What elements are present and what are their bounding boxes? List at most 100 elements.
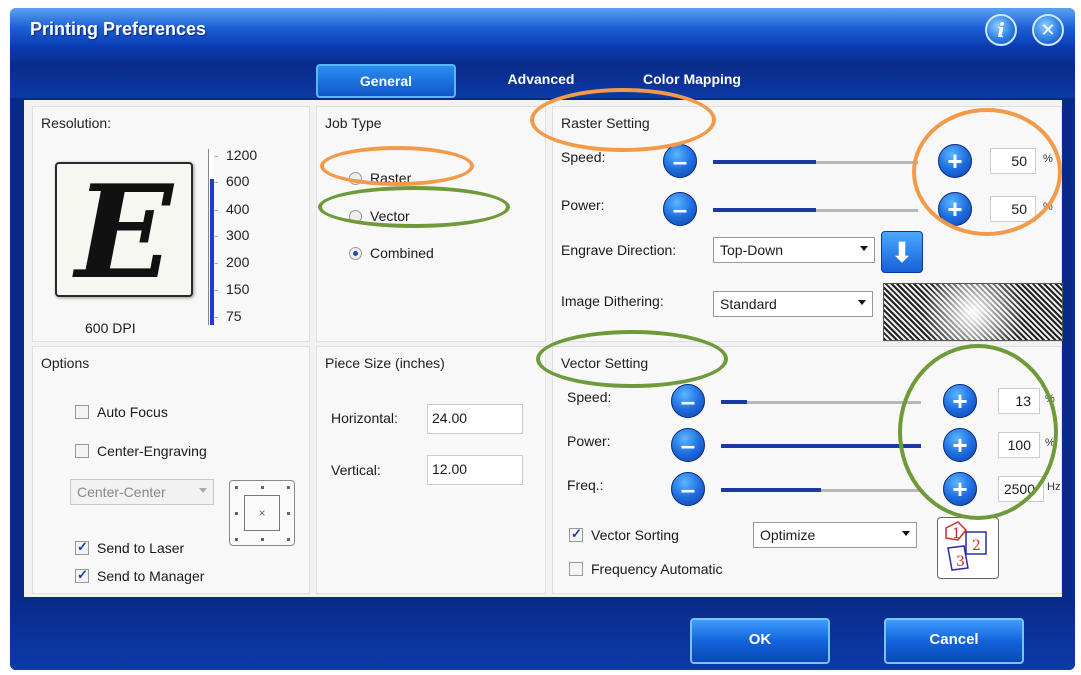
checkbox-indicator bbox=[569, 562, 583, 576]
vector-power-value[interactable]: 100 bbox=[998, 432, 1040, 458]
position-dot bbox=[235, 486, 238, 489]
raster-speed-slider[interactable] bbox=[713, 160, 918, 164]
job-type-combined-radio[interactable]: Combined bbox=[349, 245, 434, 261]
tab-color-mapping[interactable]: Color Mapping bbox=[632, 64, 752, 98]
vector-sorting-checkbox[interactable]: Vector Sorting bbox=[569, 526, 679, 543]
send-to-manager-checkbox[interactable]: Send to Manager bbox=[75, 567, 205, 584]
frequency-automatic-checkbox[interactable]: Frequency Automatic bbox=[569, 561, 723, 577]
chevron-down-icon bbox=[860, 246, 868, 251]
checkbox-label: Vector Sorting bbox=[591, 527, 679, 543]
vector-freq-value[interactable]: 2500 bbox=[998, 476, 1044, 502]
dpi-label: 600 DPI bbox=[85, 320, 136, 336]
tab-general[interactable]: General bbox=[316, 64, 456, 98]
radio-indicator bbox=[349, 171, 362, 185]
dpi-tick-400[interactable]: 400 bbox=[214, 201, 250, 217]
checkbox-label: Send to Manager bbox=[97, 568, 205, 584]
tab-advanced[interactable]: Advanced bbox=[496, 64, 586, 98]
engrave-direction-label: Engrave Direction: bbox=[561, 242, 677, 258]
general-tab-content: Resolution: E 600 DPI 1200 600 400 300 2… bbox=[24, 88, 1063, 597]
image-dithering-value: Standard bbox=[720, 296, 777, 312]
auto-focus-checkbox[interactable]: Auto Focus bbox=[75, 404, 168, 420]
raster-speed-unit: % bbox=[1043, 153, 1053, 165]
raster-power-slider-fill bbox=[713, 208, 816, 212]
vector-freq-decrease-button[interactable]: – bbox=[671, 472, 705, 506]
checkbox-indicator bbox=[75, 567, 89, 583]
position-dot bbox=[261, 538, 264, 541]
raster-power-slider[interactable] bbox=[713, 208, 918, 212]
raster-speed-value[interactable]: 50 bbox=[990, 148, 1036, 174]
vertical-input[interactable]: 12.00 bbox=[427, 455, 523, 485]
info-icon[interactable]: i bbox=[985, 14, 1017, 46]
cancel-button[interactable]: Cancel bbox=[884, 618, 1024, 664]
checkbox-label: Auto Focus bbox=[97, 404, 168, 420]
job-type-title: Job Type bbox=[325, 115, 382, 131]
raster-speed-increase-button[interactable]: + bbox=[938, 144, 972, 178]
vector-setting-title: Vector Setting bbox=[561, 355, 649, 371]
job-type-raster-radio[interactable]: Raster bbox=[349, 170, 411, 186]
vector-sorting-icon[interactable]: 1 2 3 bbox=[937, 517, 999, 579]
engrave-direction-select[interactable]: Top-Down bbox=[713, 237, 875, 263]
raster-setting-panel: Raster Setting Speed: – + 50 % Power: – … bbox=[552, 106, 1063, 342]
position-dot bbox=[287, 486, 290, 489]
sort-digit-2: 2 bbox=[972, 538, 981, 554]
job-type-vector-radio[interactable]: Vector bbox=[349, 208, 410, 224]
chevron-down-icon bbox=[199, 488, 207, 493]
sorting-order-svg: 1 2 3 bbox=[945, 521, 987, 571]
raster-setting-title: Raster Setting bbox=[561, 115, 650, 131]
image-dithering-label: Image Dithering: bbox=[561, 293, 664, 309]
down-arrow-icon[interactable]: ⬇ bbox=[881, 231, 923, 273]
vector-power-increase-button[interactable]: + bbox=[943, 428, 977, 462]
engraving-position-value: Center-Center bbox=[77, 484, 166, 500]
dpi-tick-200[interactable]: 200 bbox=[214, 254, 250, 270]
dialog-footer: OK Cancel bbox=[10, 598, 1075, 670]
vector-speed-increase-button[interactable]: + bbox=[943, 384, 977, 418]
image-dithering-select[interactable]: Standard bbox=[713, 291, 873, 317]
vector-speed-unit: % bbox=[1045, 393, 1055, 405]
dpi-tick-600[interactable]: 600 bbox=[214, 173, 250, 189]
radio-indicator bbox=[349, 209, 362, 223]
vector-speed-value[interactable]: 13 bbox=[998, 388, 1040, 414]
checkbox-indicator bbox=[569, 526, 583, 542]
horizontal-label: Horizontal: bbox=[331, 410, 398, 426]
dpi-tick-75[interactable]: 75 bbox=[214, 308, 241, 324]
ok-button[interactable]: OK bbox=[690, 618, 830, 664]
sort-digit-3: 3 bbox=[956, 554, 965, 570]
raster-speed-label: Speed: bbox=[561, 149, 606, 165]
vector-power-unit: % bbox=[1045, 437, 1055, 449]
position-dot bbox=[235, 512, 238, 515]
raster-power-increase-button[interactable]: + bbox=[938, 192, 972, 226]
checkbox-label: Center-Engraving bbox=[97, 443, 207, 459]
vector-speed-decrease-button[interactable]: – bbox=[671, 384, 705, 418]
send-to-laser-checkbox[interactable]: Send to Laser bbox=[75, 539, 184, 556]
title-bar: Printing Preferences i ✕ bbox=[10, 8, 1075, 64]
preview-letter: E bbox=[75, 158, 173, 308]
raster-speed-decrease-button[interactable]: – bbox=[663, 144, 697, 178]
window-title: Printing Preferences bbox=[30, 19, 207, 39]
position-grid-icon[interactable]: × bbox=[229, 480, 295, 546]
resolution-title: Resolution: bbox=[41, 115, 112, 131]
position-dot bbox=[235, 538, 238, 541]
piece-size-title: Piece Size (inches) bbox=[325, 355, 445, 371]
close-icon[interactable]: ✕ bbox=[1032, 14, 1064, 46]
vector-power-decrease-button[interactable]: – bbox=[671, 428, 705, 462]
radio-label: Combined bbox=[370, 245, 434, 261]
vector-sorting-select[interactable]: Optimize bbox=[753, 522, 917, 548]
radio-label: Raster bbox=[370, 170, 412, 186]
engraving-position-select[interactable]: Center-Center bbox=[70, 479, 214, 505]
center-engraving-checkbox[interactable]: Center-Engraving bbox=[75, 443, 207, 459]
vector-freq-slider[interactable] bbox=[721, 488, 921, 492]
dpi-tick-1200[interactable]: 1200 bbox=[214, 147, 257, 163]
vector-power-slider[interactable] bbox=[721, 444, 921, 448]
chevron-down-icon bbox=[858, 300, 866, 305]
vertical-label: Vertical: bbox=[331, 462, 381, 478]
vector-freq-increase-button[interactable]: + bbox=[943, 472, 977, 506]
raster-power-decrease-button[interactable]: – bbox=[663, 192, 697, 226]
dpi-tick-300[interactable]: 300 bbox=[214, 227, 250, 243]
resolution-panel: Resolution: E 600 DPI 1200 600 400 300 2… bbox=[32, 106, 310, 342]
position-marker: × bbox=[244, 495, 280, 531]
horizontal-input[interactable]: 24.00 bbox=[427, 404, 523, 434]
vector-speed-slider[interactable] bbox=[721, 400, 921, 404]
dpi-tick-150[interactable]: 150 bbox=[214, 281, 250, 297]
vector-speed-slider-fill bbox=[721, 400, 747, 404]
raster-power-value[interactable]: 50 bbox=[990, 196, 1036, 222]
